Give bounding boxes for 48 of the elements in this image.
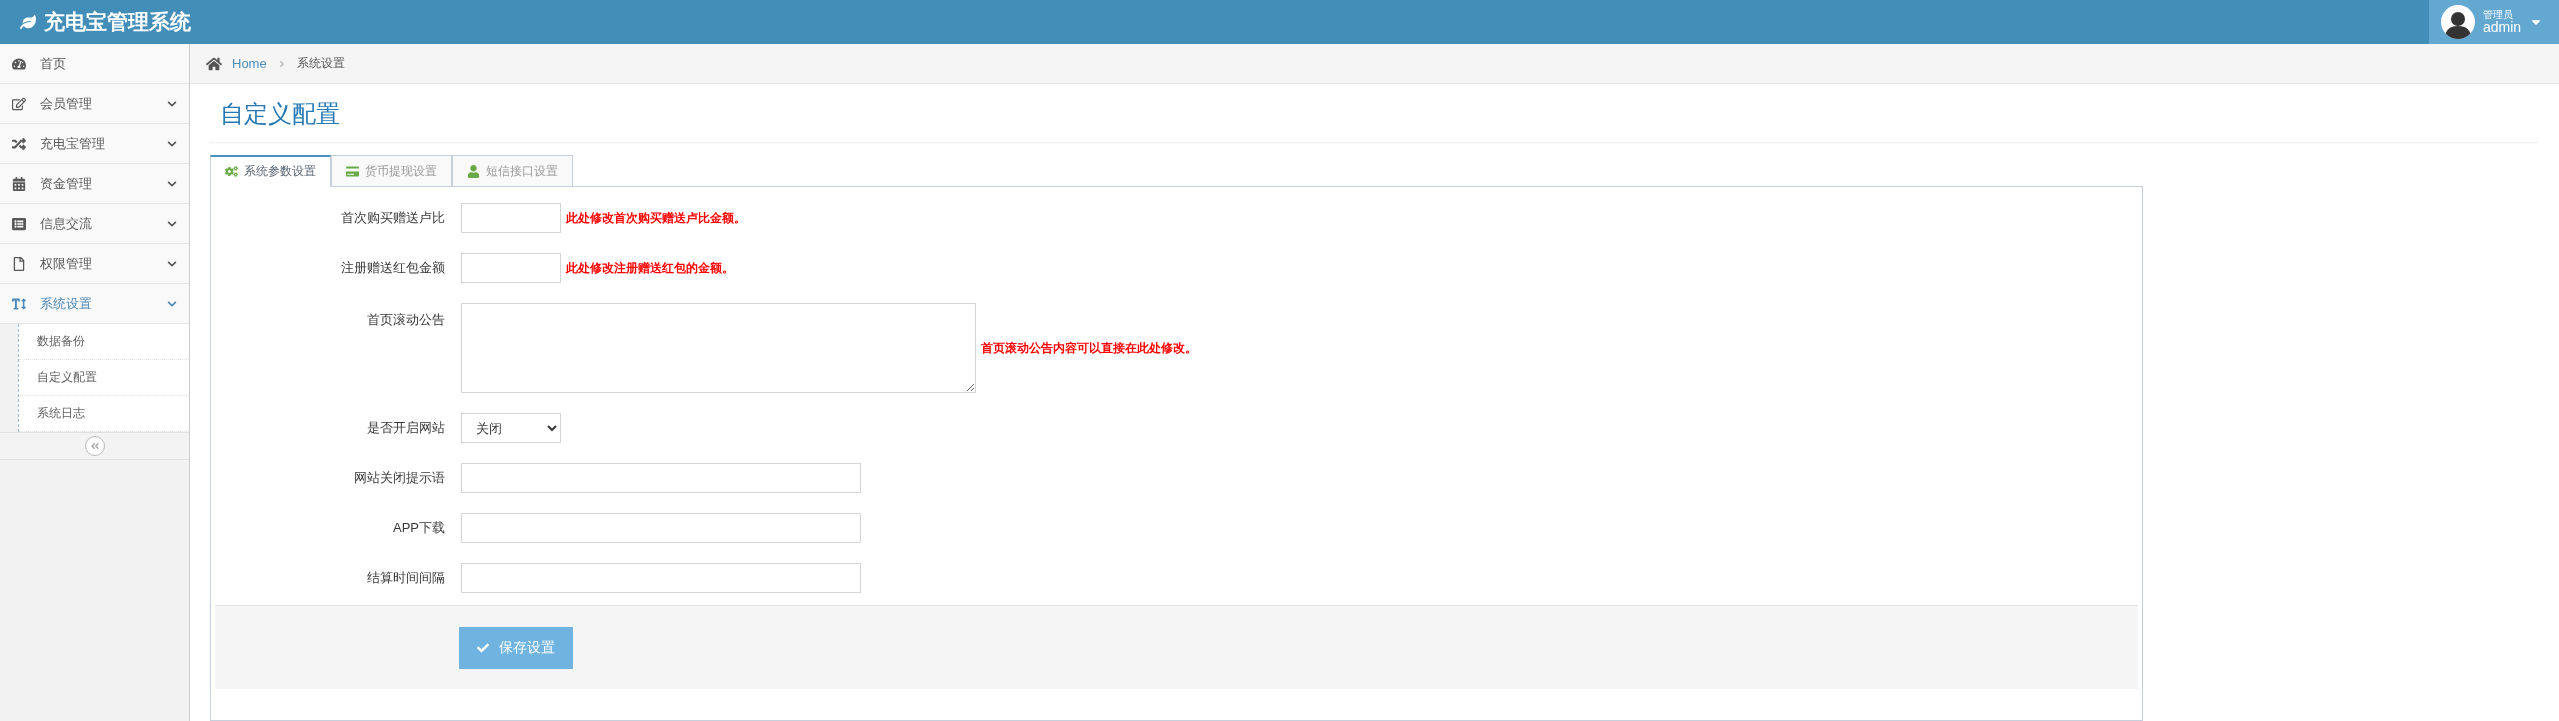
page-title: 自定义配置 (210, 84, 2539, 143)
check-icon (477, 641, 489, 654)
menu-item[interactable]: 信息交流 (0, 204, 189, 244)
hint-text: 首页滚动公告内容可以直接在此处修改。 (981, 339, 1197, 357)
double-chevron-icon (89, 441, 100, 451)
field-label: APP下载 (392, 519, 446, 537)
menu-item[interactable]: 资金管理 (0, 164, 189, 204)
field-label: 是否开启网站 (366, 419, 446, 437)
collapse-button[interactable] (84, 436, 105, 456)
menu-item[interactable]: 权限管理 (0, 244, 189, 284)
hint-text: 此处修改注册赠送红包的金额。 (566, 259, 734, 277)
calendar-icon (12, 176, 26, 191)
gears-icon (225, 165, 238, 178)
app-title: 充电宝管理系统 (44, 9, 191, 35)
dashboard-icon (12, 56, 26, 71)
breadcrumb-current: 系统设置 (296, 55, 345, 72)
text-icon (12, 296, 26, 311)
input-field[interactable] (461, 513, 861, 543)
list-icon (12, 216, 26, 231)
leaf-icon (20, 14, 36, 30)
file-icon (12, 256, 26, 271)
edit-icon (12, 96, 26, 111)
menu-item[interactable]: 首页 (0, 44, 189, 84)
input-field[interactable] (461, 203, 561, 233)
menu-item[interactable]: 系统设置 (0, 284, 189, 324)
home-icon (206, 55, 222, 72)
select-field[interactable]: 关闭 (461, 413, 561, 443)
submenu-item[interactable]: 自定义配置 (19, 360, 189, 396)
card-icon (346, 164, 359, 178)
menu-item[interactable]: 会员管理 (0, 84, 189, 124)
text-area[interactable] (461, 303, 976, 393)
field-label: 网站关闭提示语 (353, 469, 446, 487)
input-field[interactable] (461, 563, 861, 593)
input-field[interactable] (461, 463, 861, 493)
menu-item[interactable]: 充电宝管理 (0, 124, 189, 164)
submenu-item[interactable]: 数据备份 (19, 324, 189, 360)
user-name: admin (2483, 19, 2522, 36)
hint-text: 此处修改首次购买赠送卢比金额。 (566, 209, 746, 227)
input-field[interactable] (461, 253, 561, 283)
field-label: 注册赠送红包金额 (340, 259, 446, 277)
field-label: 首页滚动公告 (366, 311, 446, 329)
user-role: 管理员 (2483, 8, 2514, 20)
user-icon (467, 164, 480, 178)
tab[interactable]: 系统参数设置 (210, 155, 331, 187)
field-label: 首次购买赠送卢比 (340, 209, 446, 227)
field-label: 结算时间间隔 (366, 569, 446, 587)
shuffle-icon (12, 136, 26, 151)
avatar-icon (2441, 5, 2475, 39)
